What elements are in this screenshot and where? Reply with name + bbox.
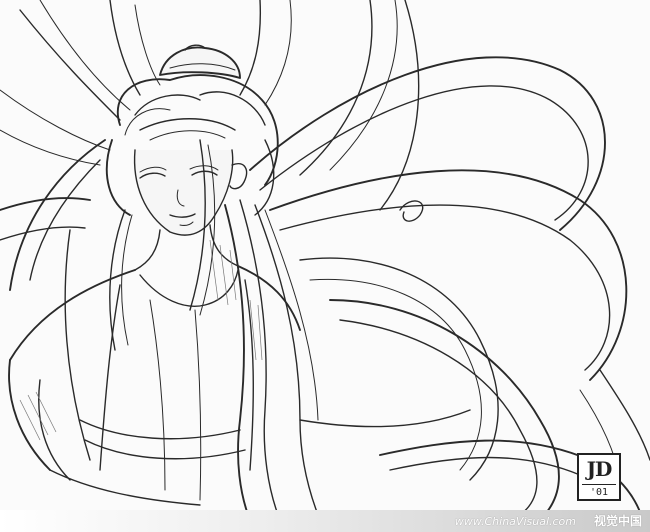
watermark-url: www.ChinaVisual.com (454, 515, 576, 528)
signature-initials: JD (586, 457, 613, 481)
watermark-brand: 视觉中国 (593, 514, 642, 528)
hair-bun (159, 44, 241, 79)
line-drawing (0, 0, 650, 531)
signature-year: '01 (589, 487, 609, 498)
artist-signature-stamp: JD '01 (577, 453, 621, 501)
watermark-bar: www.ChinaVisual.com 视觉中国 (0, 510, 650, 532)
signature-divider (582, 484, 616, 485)
hair-strands-background (0, 0, 650, 531)
artwork-canvas: JD '01 www.ChinaVisual.com 视觉中国 (0, 0, 650, 532)
